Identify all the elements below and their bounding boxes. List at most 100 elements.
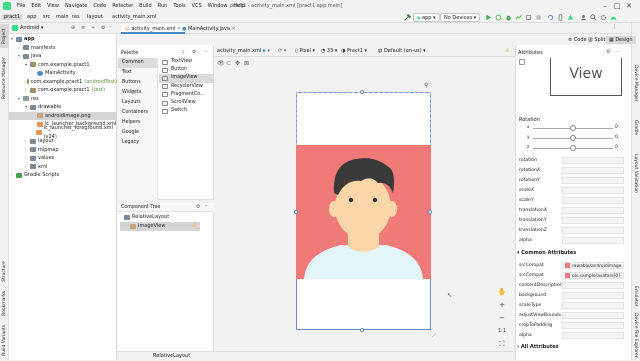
palette-category[interactable]: Helpers <box>118 118 157 128</box>
tab-build-variants[interactable]: Build Variants <box>0 322 9 358</box>
tab-project[interactable]: Project <box>0 24 9 48</box>
tree-item[interactable]: ▾ app <box>9 35 117 44</box>
attribute-value-field[interactable] <box>562 332 624 339</box>
tree-item[interactable]: androidimage.png <box>9 111 117 120</box>
hide-panel-icon[interactable]: – <box>204 49 207 55</box>
design-view-button[interactable]: ▦ Design <box>606 36 636 44</box>
warning-icon[interactable]: ⚠ <box>192 222 197 229</box>
attribute-value-field[interactable] <box>562 322 624 329</box>
hide-panel-icon[interactable]: – <box>205 203 208 209</box>
palette-category[interactable]: Common <box>118 58 157 68</box>
tab-main-activity-java[interactable]: ● MainActivity.java ✕ <box>178 24 240 34</box>
attribute-value-field[interactable] <box>562 237 624 244</box>
debug-icon[interactable] <box>505 14 512 21</box>
locale-select[interactable]: ◍ Default (en-us) ▾ <box>378 48 426 54</box>
profile-icon[interactable] <box>515 14 522 21</box>
tree-item[interactable]: ic_launcher_foreground.xml (v24) <box>9 125 117 140</box>
breadcrumb-item[interactable]: layout <box>85 14 105 20</box>
attribute-value-field[interactable] <box>562 292 624 299</box>
tree-item[interactable]: › com.example.pract1 (test) <box>9 86 117 95</box>
palette-item[interactable]: ImageView <box>159 74 214 83</box>
minimize-button[interactable]: – <box>601 2 609 10</box>
attribute-value-field[interactable] <box>562 167 624 174</box>
tab-device-file-explorer[interactable]: Device File Explorer <box>631 312 640 358</box>
attach-debugger-icon[interactable] <box>525 14 532 21</box>
palette-item[interactable]: Button <box>159 66 214 74</box>
design-surface-icon[interactable]: ◈ ▾ <box>262 48 270 54</box>
attribute-value-field[interactable] <box>562 217 624 224</box>
settings-gear-icon[interactable]: ⚙ <box>196 204 200 210</box>
menu-item[interactable]: Run <box>155 3 171 9</box>
close-window-button[interactable]: ✕ <box>625 2 633 10</box>
all-attributes-header[interactable]: › All Attributes <box>517 344 559 350</box>
magnet-icon[interactable]: ⊂ <box>226 60 231 67</box>
attribute-value-field[interactable] <box>562 197 624 204</box>
tree-item[interactable]: MainActivity <box>9 69 117 78</box>
tab-layout-validation[interactable]: Layout Validation <box>631 148 640 198</box>
tab-emulator[interactable]: Emulator <box>631 282 640 310</box>
locate-file-icon[interactable]: ⊕ <box>71 25 75 31</box>
warning-icon[interactable]: ⚠ <box>505 48 509 54</box>
device-select[interactable]: No Devices ▾ <box>440 13 481 22</box>
breadcrumb-item[interactable]: main <box>54 14 71 20</box>
tab-bookmarks[interactable]: Bookmarks <box>0 286 9 320</box>
slider-knob[interactable] <box>570 125 576 131</box>
hide-panel-icon[interactable]: – <box>617 49 620 55</box>
attribute-value-field[interactable] <box>562 177 624 184</box>
rotation-slider-y[interactable]: y0 <box>523 134 623 142</box>
breadcrumb-item[interactable]: pract1 <box>2 14 23 20</box>
apply-changes-icon[interactable] <box>495 14 502 21</box>
resize-corner-icon[interactable]: ⟋ <box>432 332 436 340</box>
tab-structure[interactable]: Structure <box>0 258 9 286</box>
hammer-icon[interactable] <box>404 14 411 21</box>
palette-item[interactable]: ScrollView <box>159 99 214 107</box>
device-manager-icon[interactable] <box>557 14 564 21</box>
tree-item[interactable]: › Gradle Scripts <box>9 171 117 180</box>
project-settings-icon[interactable]: ⚙ <box>101 25 105 31</box>
menu-item[interactable]: File <box>14 3 28 9</box>
menu-item[interactable]: Build <box>136 3 155 9</box>
run-icon[interactable] <box>485 14 492 21</box>
theme-select[interactable]: ◑ Pract1 ▾ <box>341 48 367 54</box>
palette-category[interactable]: Google <box>118 128 157 138</box>
collapse-all-icon[interactable]: ≡ <box>81 25 85 31</box>
slider-knob[interactable] <box>570 145 576 151</box>
search-icon[interactable] <box>590 14 597 21</box>
slider-knob[interactable] <box>570 135 576 141</box>
menu-item[interactable]: Tools <box>170 3 188 9</box>
imageview-preview[interactable] <box>296 145 431 279</box>
rotation-slider-z[interactable]: z0 <box>523 144 623 152</box>
orientation-icon[interactable]: ⟳ ▾ <box>278 48 286 54</box>
breadcrumb-item[interactable]: activity_main.xml <box>110 14 158 20</box>
attribute-value-field[interactable] <box>562 207 624 214</box>
tree-item[interactable]: ▾ res <box>9 95 117 104</box>
settings-gear-icon[interactable] <box>600 14 607 21</box>
palette-category[interactable]: Text <box>118 68 157 78</box>
menu-item[interactable]: Code <box>90 3 109 9</box>
run-config-select[interactable]: ▪ app ▾ <box>413 13 440 22</box>
project-view-select[interactable]: Android ▾ <box>20 25 43 31</box>
resize-handle[interactable] <box>360 90 364 94</box>
hide-panel-icon[interactable]: – <box>109 24 112 30</box>
palette-category[interactable]: Buttons <box>118 78 157 88</box>
menu-item[interactable]: Window <box>205 3 231 9</box>
palette-category[interactable]: Legacy <box>118 138 157 148</box>
search-icon[interactable]: ⌕ <box>182 49 185 55</box>
zoom-fit-button[interactable]: ⛶ <box>497 339 507 349</box>
menu-item[interactable]: Navigate <box>62 3 90 9</box>
sync-gradle-icon[interactable] <box>547 14 554 21</box>
zoom-reset-button[interactable]: 1:1 <box>497 326 507 336</box>
pan-icon[interactable]: ✥ <box>235 60 240 67</box>
component-relativelayout[interactable]: RelativeLayout <box>120 213 213 222</box>
common-attributes-header[interactable]: ▾ Common Attributes <box>517 250 576 256</box>
menu-item[interactable]: View <box>44 3 62 9</box>
breadcrumb-item[interactable]: app <box>25 14 38 20</box>
attribute-value-field[interactable] <box>562 312 624 319</box>
rotation-slider-x[interactable]: x0 <box>523 124 623 132</box>
tab-resource-manager[interactable]: Resource Manager <box>0 54 9 102</box>
tree-item[interactable]: › com.example.pract1 (androidTest) <box>9 78 117 87</box>
menu-item[interactable]: Edit <box>28 3 44 9</box>
attribute-value-field[interactable] <box>562 282 624 289</box>
zoom-out-button[interactable]: − <box>497 313 507 323</box>
menu-item[interactable]: VCS <box>189 3 205 9</box>
